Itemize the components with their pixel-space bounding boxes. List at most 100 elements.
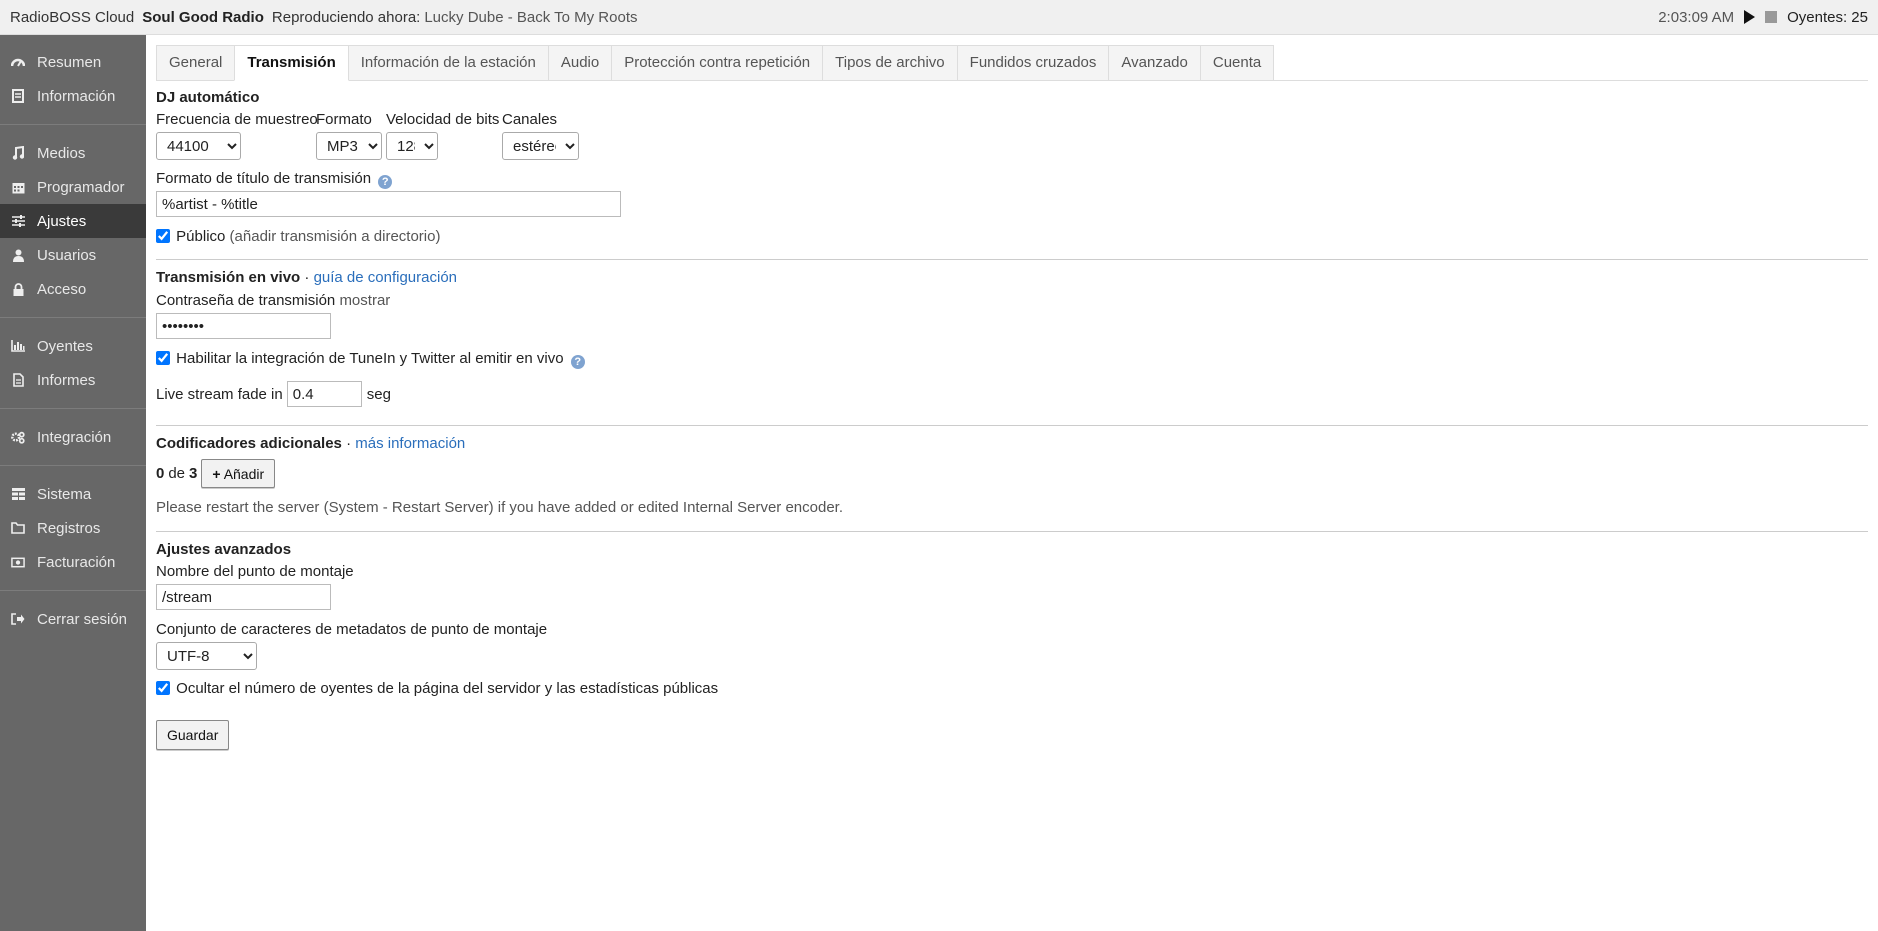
tab-fundidos-cruzados[interactable]: Fundidos cruzados — [956, 45, 1110, 80]
fade-unit: seg — [366, 385, 391, 403]
play-icon[interactable] — [1744, 10, 1756, 24]
calendar-icon — [11, 180, 25, 194]
tab-proteccion-repeticion[interactable]: Protección contra repetición — [611, 45, 824, 80]
tab-audio[interactable]: Audio — [547, 45, 613, 80]
public-note: (añadir transmisión a directorio) — [229, 228, 441, 245]
sidebar-item-usuarios[interactable]: Usuarios — [0, 238, 146, 272]
tab-cuenta[interactable]: Cuenta — [1199, 45, 1275, 80]
hide-listeners-checkbox[interactable] — [156, 681, 170, 695]
sidebar-item-facturacion[interactable]: Facturación — [0, 545, 146, 579]
sidebar-item-label: Medios — [37, 144, 86, 162]
sidebar-divider — [0, 590, 146, 591]
top-bar: RadioBOSS Cloud Soul Good Radio Reproduc… — [0, 0, 1878, 35]
sidebar-item-label: Cerrar sesión — [37, 610, 128, 628]
info-icon — [11, 89, 25, 103]
sidebar-item-oyentes[interactable]: Oyentes — [0, 329, 146, 363]
sidebar-item-ajustes[interactable]: Ajustes — [0, 204, 146, 238]
tab-general[interactable]: General — [156, 45, 236, 80]
now-playing-value: Lucky Dube - Back To My Roots — [424, 8, 638, 26]
hide-listeners-row: Ocultar el número de oyentes de la págin… — [156, 680, 718, 697]
encoder-count: 0 — [156, 465, 165, 482]
help-icon[interactable]: ? — [570, 355, 585, 369]
tab-informacion-estacion[interactable]: Información de la estación — [347, 45, 549, 80]
samplerate-select[interactable]: 44100 — [156, 132, 241, 160]
title-format-label: Formato de título de transmisión — [156, 170, 372, 187]
title-format-input[interactable] — [156, 191, 621, 217]
now-playing-label: Reproduciendo ahora: — [271, 8, 421, 26]
sidebar-item-resumen[interactable]: Resumen — [0, 45, 146, 79]
mount-input[interactable] — [156, 584, 331, 610]
help-icon[interactable]: ? — [378, 175, 393, 189]
save-button[interactable]: Guardar — [156, 720, 230, 750]
sign-out-icon — [11, 612, 25, 626]
sidebar-item-label: Informes — [37, 371, 96, 389]
sidebar: Resumen Información Medios Programador A… — [0, 35, 146, 931]
password-input[interactable] — [156, 313, 331, 339]
divider — [156, 425, 1868, 426]
tunein-checkbox[interactable] — [156, 351, 170, 365]
samplerate-label: Frecuencia de muestreo — [156, 111, 318, 128]
separator-dot: · — [346, 435, 352, 452]
main-content: General Transmisión Información de la es… — [156, 45, 1868, 81]
fade-input[interactable] — [286, 381, 362, 407]
plus-icon: + — [212, 465, 221, 482]
sidebar-divider — [0, 465, 146, 466]
sidebar-item-acceso[interactable]: Acceso — [0, 272, 146, 306]
sidebar-item-registros[interactable]: Registros — [0, 511, 146, 545]
password-row: Contraseña de transmisión mostrar — [156, 292, 390, 309]
sidebar-item-medios[interactable]: Medios — [0, 136, 146, 170]
charset-label: Conjunto de caracteres de metadatos de p… — [156, 621, 548, 638]
sidebar-divider — [0, 124, 146, 125]
encoders-count-row: 0 de 3 + Añadir — [156, 459, 276, 488]
add-encoder-button[interactable]: + Añadir — [201, 459, 276, 488]
dashboard-icon — [11, 55, 25, 69]
tunein-row: Habilitar la integración de TuneIn y Twi… — [156, 350, 585, 369]
sidebar-item-programador[interactable]: Programador — [0, 170, 146, 204]
encoders-title: Codificadores adicionales — [156, 435, 342, 452]
format-select[interactable]: MP3 — [316, 132, 382, 160]
folder-icon — [11, 521, 25, 535]
title-format-row: Formato de título de transmisión ? — [156, 170, 393, 189]
sidebar-item-label: Resumen — [37, 53, 102, 71]
stop-icon[interactable] — [1765, 11, 1778, 23]
money-icon — [11, 555, 25, 569]
tab-transmision[interactable]: Transmisión — [234, 45, 349, 81]
sidebar-item-cerrar-sesion[interactable]: Cerrar sesión — [0, 602, 146, 636]
charset-select[interactable]: UTF-8 — [156, 642, 257, 670]
channels-select[interactable]: estéreo — [502, 132, 579, 160]
gears-icon — [11, 430, 25, 444]
grid-icon — [11, 487, 25, 501]
show-password-link[interactable]: mostrar — [339, 292, 390, 309]
music-note-icon — [11, 146, 25, 160]
add-encoder-label: Añadir — [223, 465, 265, 482]
fade-row: Live stream fade in seg — [156, 381, 391, 407]
sidebar-item-label: Programador — [37, 178, 125, 196]
fade-label: Live stream fade in — [156, 385, 283, 403]
sidebar-item-integracion[interactable]: Integración — [0, 420, 146, 454]
sidebar-item-informes[interactable]: Informes — [0, 363, 146, 397]
sidebar-divider — [0, 408, 146, 409]
sidebar-item-label: Oyentes — [37, 337, 93, 355]
sidebar-item-label: Acceso — [37, 280, 87, 298]
mount-label: Nombre del punto de montaje — [156, 563, 354, 580]
encoders-title-row: Codificadores adicionales · más informac… — [156, 435, 465, 452]
encoder-max: 3 — [189, 465, 198, 482]
public-row: Público (añadir transmisión a directorio… — [156, 228, 440, 245]
public-checkbox[interactable] — [156, 229, 170, 243]
tab-tipos-archivo[interactable]: Tipos de archivo — [822, 45, 958, 80]
separator-dot: · — [304, 269, 310, 286]
setup-guide-link[interactable]: guía de configuración — [314, 269, 457, 286]
format-label: Formato — [316, 111, 372, 128]
live-title: Transmisión en vivo — [156, 269, 301, 286]
bitrate-select[interactable]: 128 — [386, 132, 438, 160]
more-info-link[interactable]: más información — [355, 435, 465, 452]
live-title-row: Transmisión en vivo · guía de configurac… — [156, 269, 457, 286]
sidebar-item-label: Sistema — [37, 485, 92, 503]
sidebar-item-label: Integración — [37, 428, 112, 446]
user-icon — [11, 248, 25, 262]
tunein-label: Habilitar la integración de TuneIn y Twi… — [176, 350, 564, 367]
sidebar-item-sistema[interactable]: Sistema — [0, 477, 146, 511]
sidebar-item-informacion[interactable]: Información — [0, 79, 146, 113]
advanced-title: Ajustes avanzados — [156, 541, 292, 558]
tab-avanzado[interactable]: Avanzado — [1108, 45, 1201, 80]
